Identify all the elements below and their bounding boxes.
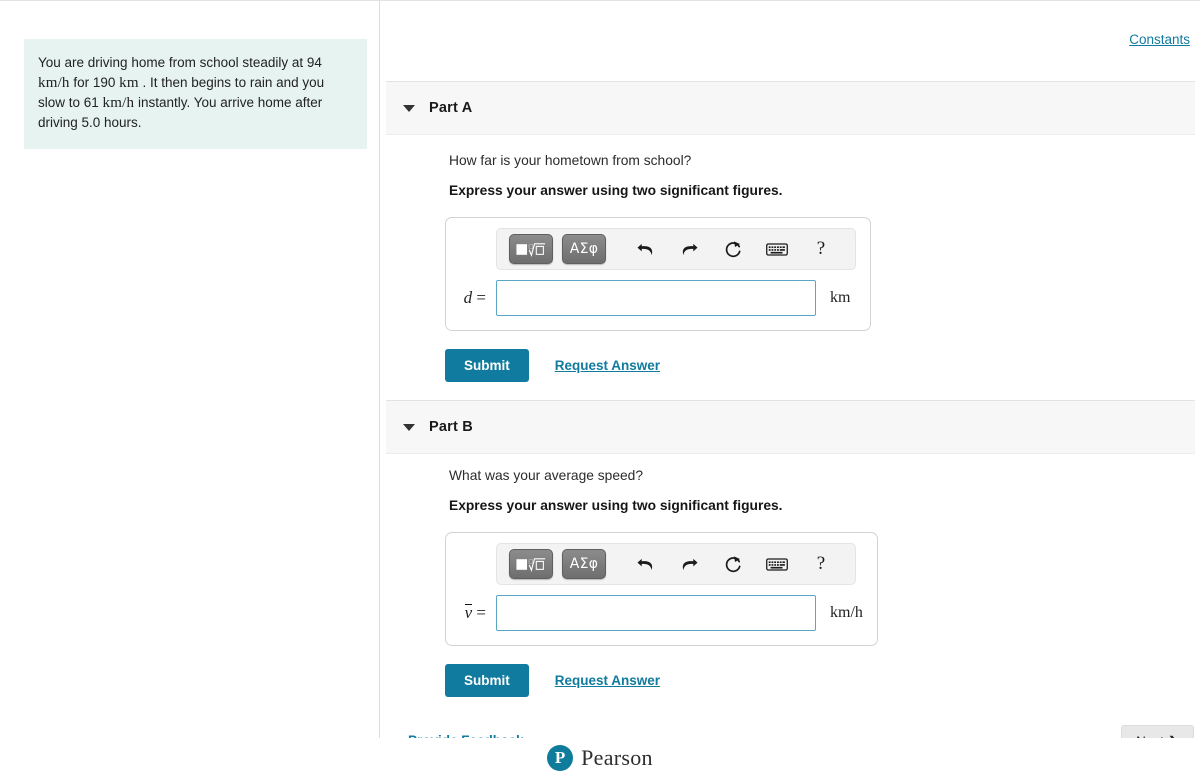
redo-glyph <box>682 243 698 255</box>
request-answer-link-a[interactable]: Request Answer <box>555 358 660 373</box>
redo-icon[interactable] <box>672 234 706 264</box>
answer-widget-a: □ ΑΣφ ? d = km <box>445 217 871 331</box>
greek-button-label-a: ΑΣφ <box>569 241 599 257</box>
undo-glyph <box>636 243 652 255</box>
answer-unit-a: km <box>830 289 851 306</box>
reset-glyph <box>725 555 741 572</box>
math-template-button-a[interactable]: □ <box>509 234 553 264</box>
math-template-button-b[interactable]: □ <box>509 549 553 579</box>
keyboard-glyph <box>766 242 788 256</box>
math-toolbar-b: □ ΑΣφ ? <box>496 543 856 585</box>
math-toolbar-a: □ ΑΣφ ? <box>496 228 856 270</box>
problem-statement: You are driving home from school steadil… <box>24 39 367 149</box>
undo-glyph <box>636 558 652 570</box>
nth-root-icon: □ <box>516 242 546 257</box>
answer-widget-b: □ ΑΣφ ? v = km/h <box>445 532 878 646</box>
part-header-a[interactable]: Part A <box>386 81 1195 135</box>
reset-icon[interactable] <box>716 549 750 579</box>
keyboard-glyph <box>766 557 788 571</box>
submit-row-b: Submit Request Answer <box>445 664 1200 697</box>
redo-icon[interactable] <box>672 549 706 579</box>
keyboard-icon[interactable] <box>760 549 794 579</box>
help-icon[interactable]: ? <box>804 549 838 579</box>
answer-variable-label-a: d = <box>463 288 486 307</box>
request-answer-link-b[interactable]: Request Answer <box>555 673 660 688</box>
chevron-down-icon[interactable] <box>403 104 415 112</box>
redo-glyph <box>682 558 698 570</box>
help-icon[interactable]: ? <box>804 234 838 264</box>
part-body-b: What was your average speed? Express you… <box>381 466 1200 697</box>
part-body-a: How far is your hometown from school? Ex… <box>381 151 1200 382</box>
constants-row: Constants <box>1129 31 1190 49</box>
variable-symbol-a: d <box>463 288 473 307</box>
question-text-a: How far is your hometown from school? <box>449 153 692 168</box>
pearson-branding: P Pearson <box>0 738 1200 778</box>
submit-button-b[interactable]: Submit <box>445 664 529 697</box>
answer-field-row-a: d = km <box>460 280 856 316</box>
greek-button-label-b: ΑΣφ <box>569 556 599 572</box>
answer-panel: Constants Part A How far is your hometow… <box>381 1 1200 748</box>
keyboard-icon[interactable] <box>760 234 794 264</box>
answer-input-b[interactable] <box>496 595 816 631</box>
question-instruction-b: Express your answer using two significan… <box>449 498 783 513</box>
answer-variable-label-b: v = <box>464 603 486 622</box>
greek-symbols-button-a[interactable]: ΑΣφ <box>562 234 606 264</box>
undo-icon[interactable] <box>628 234 662 264</box>
undo-icon[interactable] <box>628 549 662 579</box>
problem-page: You are driving home from school steadil… <box>0 0 1200 778</box>
question-instruction-a: Express your answer using two significan… <box>449 183 783 198</box>
reset-icon[interactable] <box>716 234 750 264</box>
part-title-b: Part B <box>429 419 473 435</box>
answer-unit-b: km/h <box>830 604 863 621</box>
nth-root-icon: □ <box>516 557 546 572</box>
greek-symbols-button-b[interactable]: ΑΣφ <box>562 549 606 579</box>
pearson-wordmark: Pearson <box>581 745 653 770</box>
answer-input-a[interactable] <box>496 280 816 316</box>
submit-button-a[interactable]: Submit <box>445 349 529 382</box>
reset-glyph <box>725 240 741 257</box>
chevron-down-icon[interactable] <box>403 423 415 431</box>
pearson-mark-icon: P <box>547 745 574 771</box>
question-text-b: What was your average speed? <box>449 468 644 483</box>
pearson-logo: P Pearson <box>547 745 653 771</box>
part-header-b[interactable]: Part B <box>386 400 1195 454</box>
problem-sidebar: You are driving home from school steadil… <box>0 1 380 748</box>
submit-row-a: Submit Request Answer <box>445 349 1200 382</box>
part-title-a: Part A <box>429 100 473 116</box>
answer-field-row-b: v = km/h <box>460 595 863 631</box>
constants-link[interactable]: Constants <box>1129 32 1190 47</box>
